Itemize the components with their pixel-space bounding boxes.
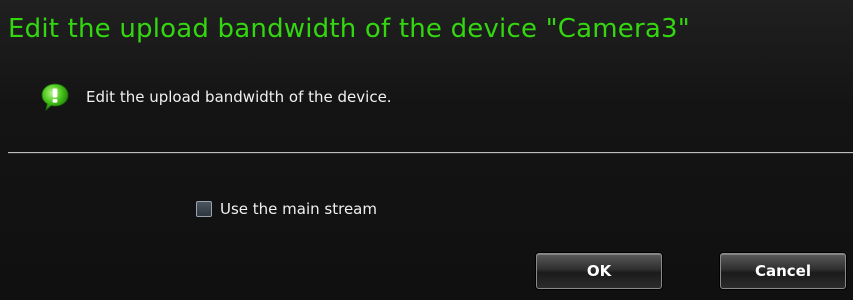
- cancel-button[interactable]: Cancel: [720, 253, 846, 289]
- ok-button[interactable]: OK: [536, 253, 662, 289]
- divider: [8, 152, 853, 153]
- edit-bandwidth-dialog: Edit the upload bandwidth of the device …: [0, 0, 853, 300]
- dialog-title: Edit the upload bandwidth of the device …: [8, 14, 690, 44]
- info-bubble-icon: [41, 83, 69, 112]
- info-text: Edit the upload bandwidth of the device.: [86, 88, 392, 106]
- main-stream-label: Use the main stream: [220, 200, 377, 218]
- main-stream-checkbox[interactable]: [196, 201, 212, 217]
- main-stream-option[interactable]: Use the main stream: [196, 200, 377, 218]
